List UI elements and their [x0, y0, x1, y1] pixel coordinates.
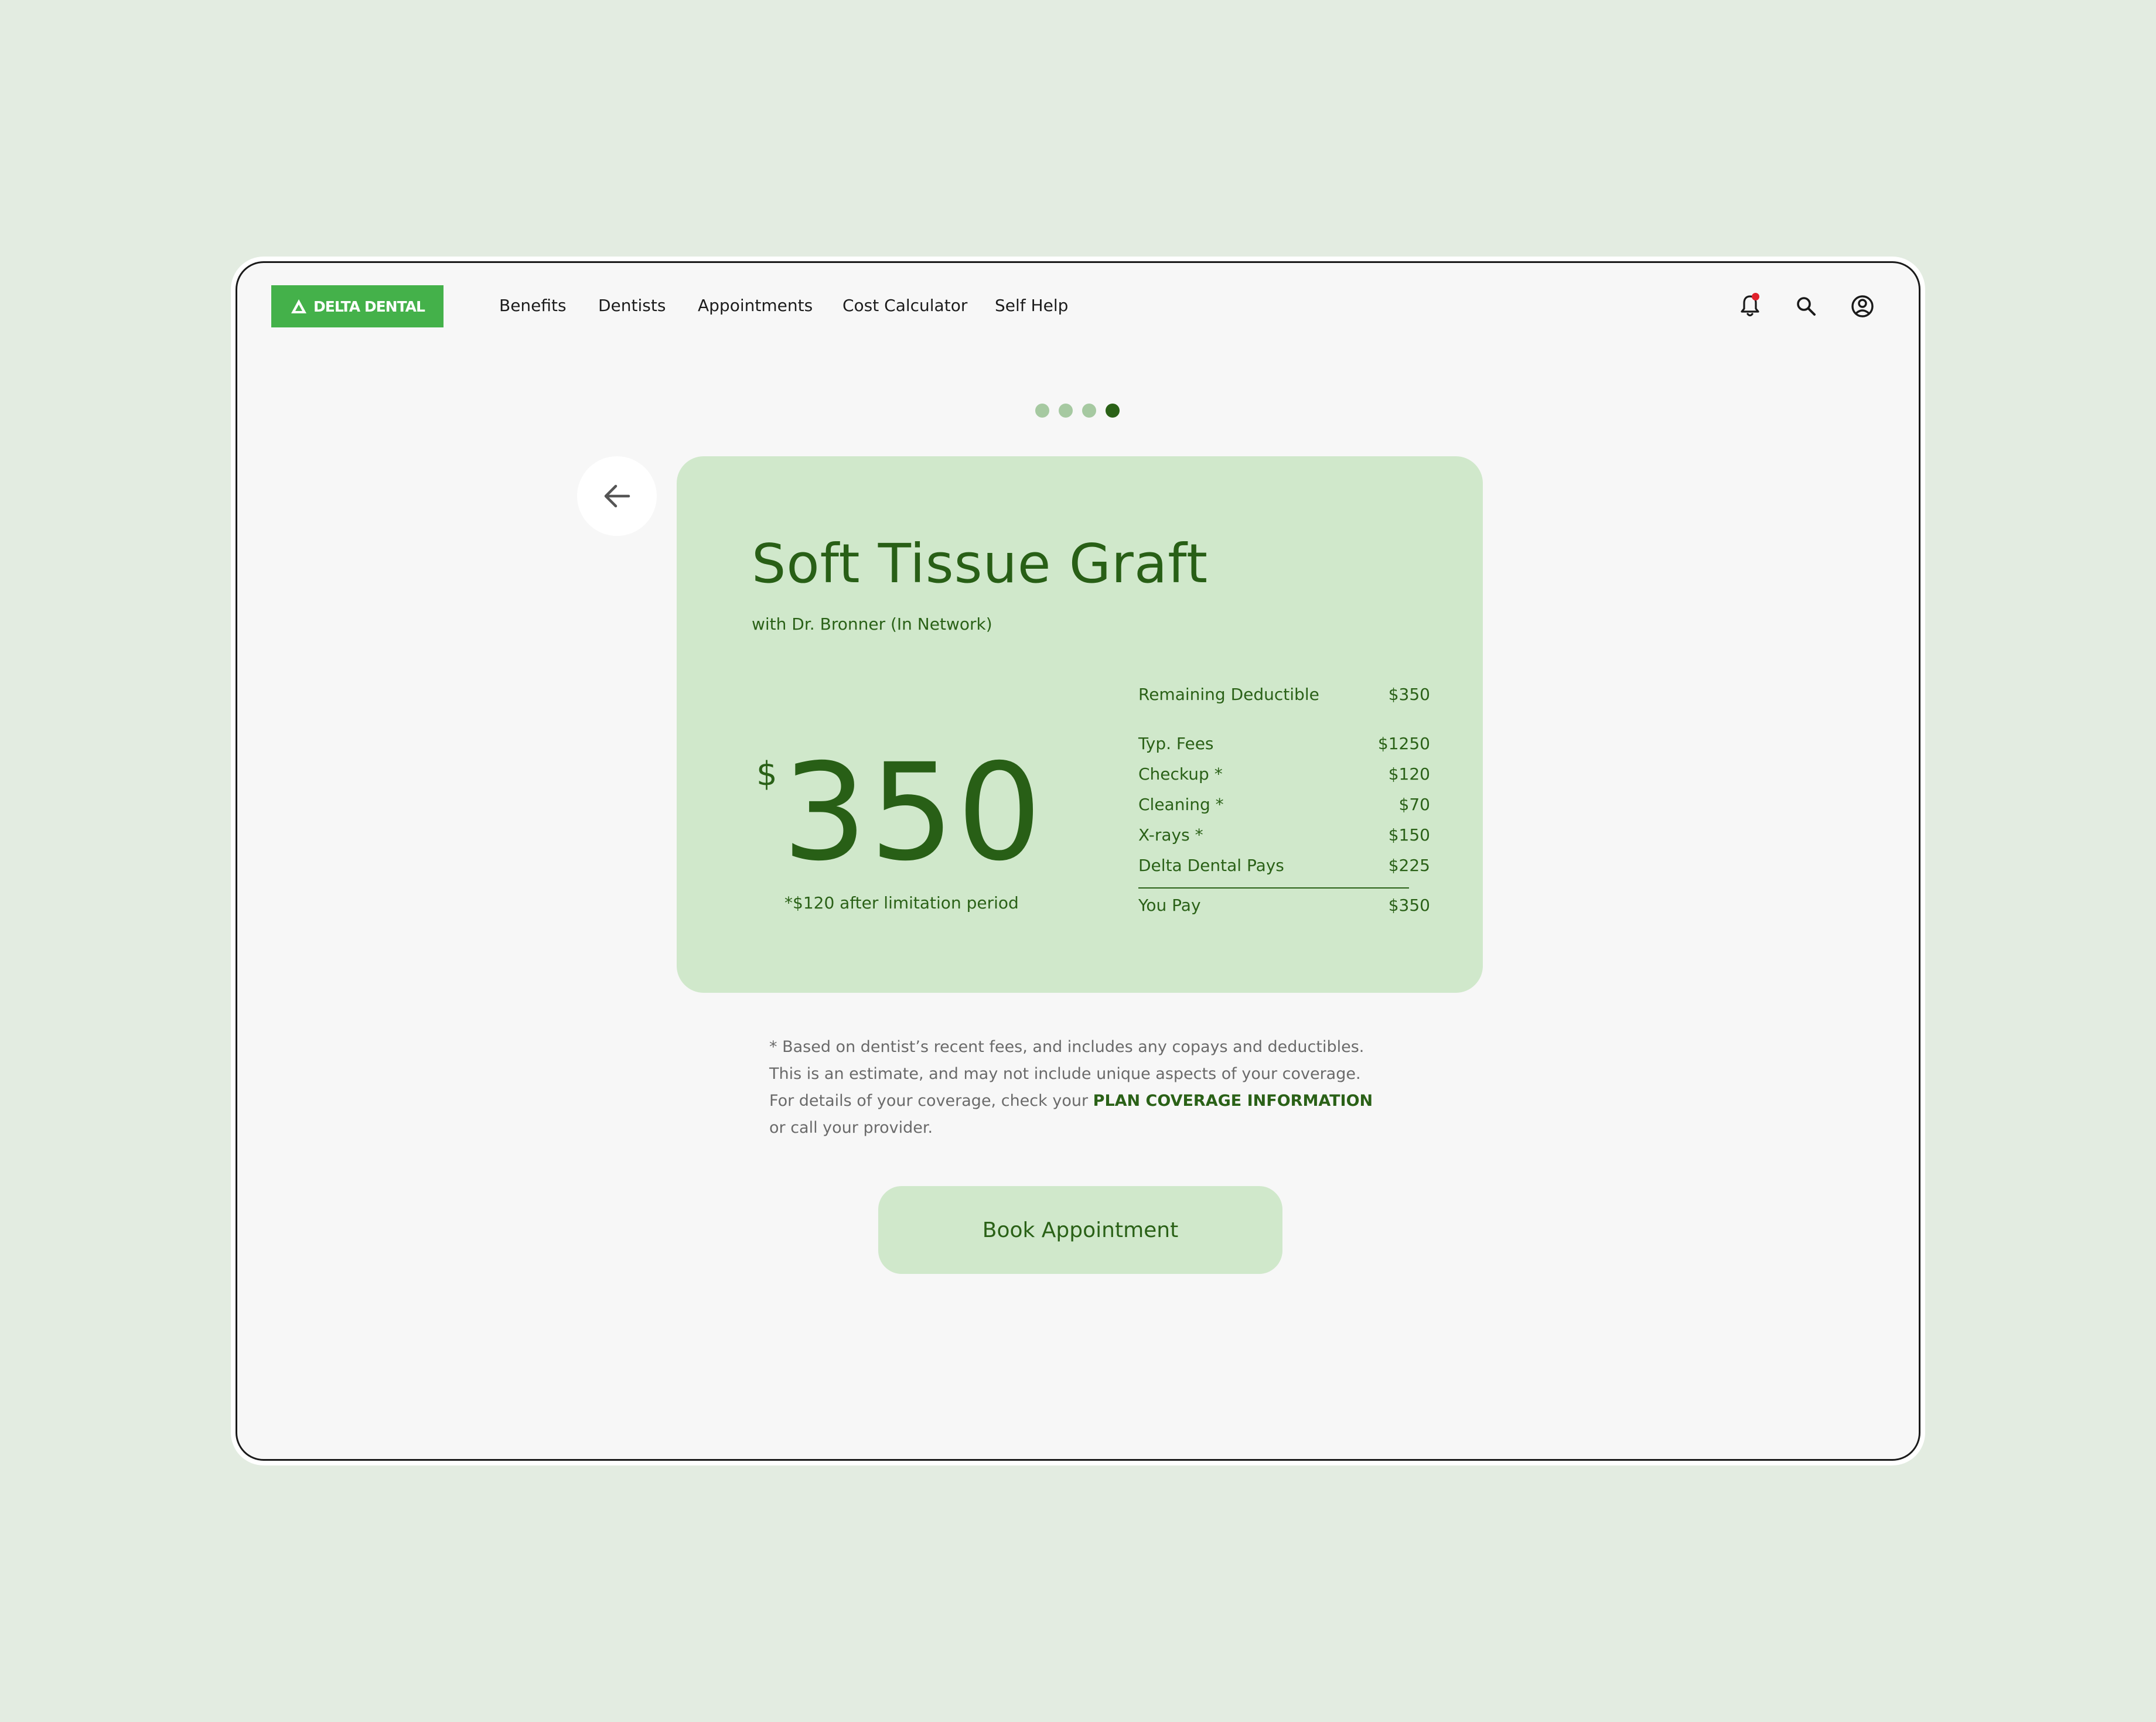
- notifications-button[interactable]: [1735, 291, 1765, 322]
- account-icon: [1851, 295, 1874, 317]
- fee-value: $225: [1388, 856, 1430, 875]
- nav-dentists[interactable]: Dentists: [598, 296, 666, 315]
- fee-value: $70: [1398, 795, 1430, 814]
- fee-row-total: You Pay $350: [1138, 896, 1430, 915]
- fee-value: $120: [1388, 764, 1430, 784]
- back-button[interactable]: [577, 456, 657, 536]
- fee-label: X-rays *: [1138, 825, 1203, 845]
- fee-row-deductible: Remaining Deductible $350: [1138, 685, 1430, 704]
- fee-row: Checkup * $120: [1138, 764, 1430, 784]
- fee-value: $150: [1388, 825, 1430, 845]
- nav-self-help[interactable]: Self Help: [995, 296, 1068, 315]
- procedure-title: Soft Tissue Graft: [752, 532, 1209, 595]
- fee-label: Cleaning *: [1138, 795, 1224, 814]
- account-button[interactable]: [1847, 291, 1878, 322]
- delta-logo-icon: [291, 299, 307, 313]
- pager-dot-1[interactable]: [1035, 404, 1049, 418]
- procedure-subtitle: with Dr. Bronner (In Network): [752, 614, 992, 634]
- pager-dot-4[interactable]: [1106, 404, 1120, 418]
- fee-row: Delta Dental Pays $225: [1138, 856, 1430, 875]
- currency-symbol: $: [756, 755, 777, 793]
- fee-label: Remaining Deductible: [1138, 685, 1319, 704]
- book-appointment-button[interactable]: Book Appointment: [878, 1186, 1282, 1274]
- notification-dot: [1752, 293, 1759, 300]
- estimate-disclaimer: * Based on dentist’s recent fees, and in…: [769, 1034, 1390, 1142]
- fee-divider: [1138, 887, 1409, 889]
- fee-value: $350: [1388, 685, 1430, 704]
- fee-label: Delta Dental Pays: [1138, 856, 1284, 875]
- fee-value: $1250: [1377, 734, 1430, 753]
- disclaimer-text-end: or call your provider.: [769, 1119, 933, 1137]
- pager-dot-3[interactable]: [1082, 404, 1096, 418]
- arrow-left-icon: [604, 484, 630, 508]
- fee-row: Typ. Fees $1250: [1138, 734, 1430, 753]
- fee-label: Typ. Fees: [1138, 734, 1214, 753]
- nav-appointments[interactable]: Appointments: [698, 296, 813, 315]
- nav-cost-calculator[interactable]: Cost Calculator: [842, 296, 967, 315]
- fee-row: X-rays * $150: [1138, 825, 1430, 845]
- plan-coverage-link[interactable]: PLAN COVERAGE INFORMATION: [1093, 1092, 1373, 1110]
- pager-dot-2[interactable]: [1059, 404, 1073, 418]
- cost-estimate-card: Soft Tissue Graft with Dr. Bronner (In N…: [677, 456, 1483, 993]
- price-note: *$120 after limitation period: [784, 893, 1019, 913]
- search-button[interactable]: [1791, 291, 1821, 322]
- logo-text: DELTA DENTAL: [313, 298, 425, 315]
- search-icon: [1797, 297, 1816, 316]
- app-window: DELTA DENTAL Benefits Dentists Appointme…: [236, 261, 1920, 1461]
- estimated-price: 350: [782, 734, 1045, 890]
- fee-value: $350: [1388, 896, 1430, 915]
- fee-label: Checkup *: [1138, 764, 1223, 784]
- fee-label: You Pay: [1138, 896, 1201, 915]
- nav-benefits[interactable]: Benefits: [499, 296, 567, 315]
- delta-dental-logo[interactable]: DELTA DENTAL: [271, 285, 444, 327]
- bell-icon: [1741, 295, 1759, 317]
- fee-row: Cleaning * $70: [1138, 795, 1430, 814]
